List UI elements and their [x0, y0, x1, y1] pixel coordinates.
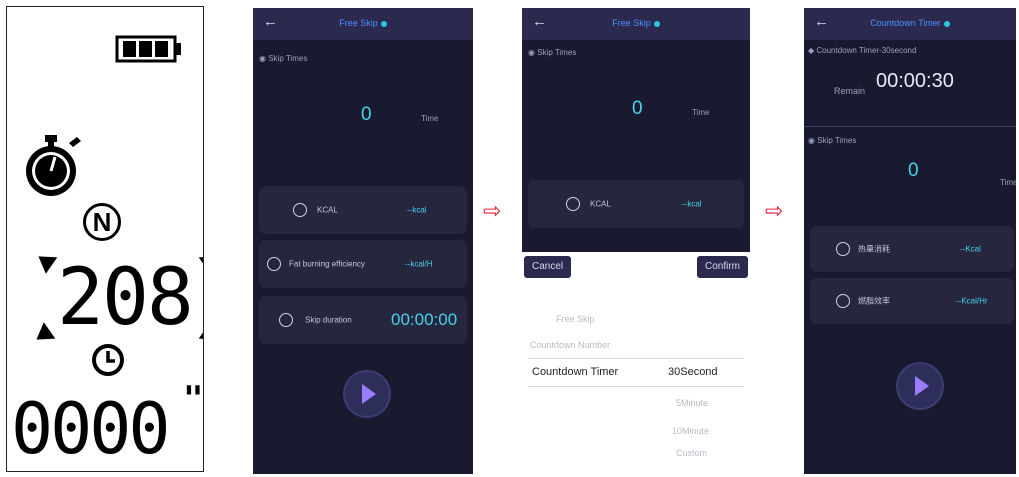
top-bar: ← Free Skip — [253, 8, 473, 40]
triangle-top-left-icon — [32, 248, 58, 274]
card-label: 热量消耗 — [858, 244, 890, 254]
seconds-mark: " — [183, 379, 204, 419]
skip-count: 0 — [908, 160, 919, 181]
picker-divider — [528, 386, 744, 387]
stopwatch-icon — [21, 129, 87, 199]
card-label: Fat burning efficiency — [289, 259, 365, 269]
lcd-display: N 208 0000 " — [6, 6, 204, 472]
page-title: Free Skip — [522, 18, 750, 28]
status-dot-icon — [380, 20, 387, 27]
picker-option[interactable]: Countdown Number — [530, 340, 610, 350]
count-unit: Time — [421, 114, 439, 123]
efficiency-icon — [267, 257, 281, 271]
screen-countdown-timer: ← Countdown Timer ◆ Countdown Timer-30se… — [804, 8, 1016, 474]
card-fat-burning[interactable]: Fat burning efficiency --kcal/H — [259, 240, 467, 288]
fire-icon — [293, 203, 307, 217]
card-label: 燃脂效率 — [858, 296, 890, 306]
top-bar: ← Free Skip — [522, 8, 750, 40]
play-icon — [915, 376, 929, 396]
page-title: Countdown Timer — [804, 18, 1016, 28]
picker-divider — [528, 358, 744, 359]
divider — [804, 126, 1016, 127]
play-icon — [362, 384, 376, 404]
play-button[interactable] — [898, 364, 942, 408]
count-digits: 208 — [57, 253, 194, 343]
status-dot-icon — [653, 20, 660, 27]
picker-value[interactable]: 5Minute — [676, 398, 708, 408]
fire-icon — [836, 242, 850, 256]
card-label: KCAL — [317, 205, 338, 215]
card-value: --Kcal — [960, 244, 981, 254]
mode-label: ◆ Countdown Timer-30second — [808, 46, 917, 55]
top-bar: ← Countdown Timer — [804, 8, 1016, 40]
picker-sheet: Cancel Confirm Free Skip Countdown Numbe… — [522, 252, 750, 474]
card-fat-efficiency[interactable]: 燃脂效率 --Kcal/Hr — [810, 278, 1014, 324]
clock-icon — [836, 294, 850, 308]
card-value: 00:00:00 — [391, 310, 458, 329]
section-label: ◉ Skip Times — [808, 136, 857, 145]
card-label: Skip duration — [305, 315, 352, 325]
page-title: Free Skip — [253, 18, 473, 28]
clock-icon — [91, 343, 125, 377]
flow-arrow-icon: ⇨ — [765, 198, 784, 223]
picker-value[interactable]: 10Minute — [672, 426, 709, 436]
time-digits: 0000 — [11, 388, 171, 470]
fire-icon — [566, 197, 580, 211]
picker-value[interactable]: Custom — [676, 448, 707, 458]
triangle-top-right-icon — [198, 248, 203, 274]
picker-option-selected[interactable]: Countdown Timer — [532, 366, 618, 378]
status-dot-icon — [943, 20, 950, 27]
skip-count: 0 — [361, 104, 372, 125]
card-value: --Kcal/Hr — [956, 296, 988, 306]
section-label: ◉ Skip Times — [259, 54, 308, 63]
clock-icon — [279, 313, 293, 327]
count-unit: Time — [692, 108, 710, 117]
play-button[interactable] — [345, 372, 389, 416]
triangle-bottom-right-icon — [198, 322, 203, 348]
section-label: ◉ Skip Times — [528, 48, 577, 57]
cancel-button[interactable]: Cancel — [524, 256, 572, 278]
remain-label: Remain — [834, 86, 866, 96]
card-kcal[interactable]: KCAL --kcal — [528, 180, 744, 228]
card-calorie[interactable]: 热量消耗 --Kcal — [810, 226, 1014, 272]
skip-count: 0 — [632, 98, 643, 119]
screen-mode-picker: ← Free Skip ◉ Skip Times 0 Time KCAL --k… — [522, 8, 750, 474]
flow-arrow-icon: ⇨ — [483, 198, 502, 223]
screen-free-skip: ← Free Skip ◉ Skip Times 0 Time KCAL --k… — [253, 8, 473, 474]
card-skip-duration[interactable]: Skip duration 00:00:00 — [259, 296, 467, 344]
card-label: KCAL — [590, 199, 611, 209]
triangle-bottom-left-icon — [30, 322, 56, 348]
card-value: --kcal/H — [405, 259, 433, 269]
confirm-button[interactable]: Confirm — [696, 256, 748, 278]
count-unit: Time — [1000, 178, 1016, 187]
picker-option[interactable]: Free Skip — [556, 314, 595, 324]
picker-value-selected[interactable]: 30Second — [668, 366, 718, 378]
card-value: --kcal — [407, 205, 427, 215]
mode-letter: N — [83, 203, 121, 241]
card-kcal[interactable]: KCAL --kcal — [259, 186, 467, 234]
card-value: --kcal — [682, 199, 702, 209]
battery-icon — [115, 35, 183, 63]
remain-value: 00:00:30 — [876, 70, 954, 92]
